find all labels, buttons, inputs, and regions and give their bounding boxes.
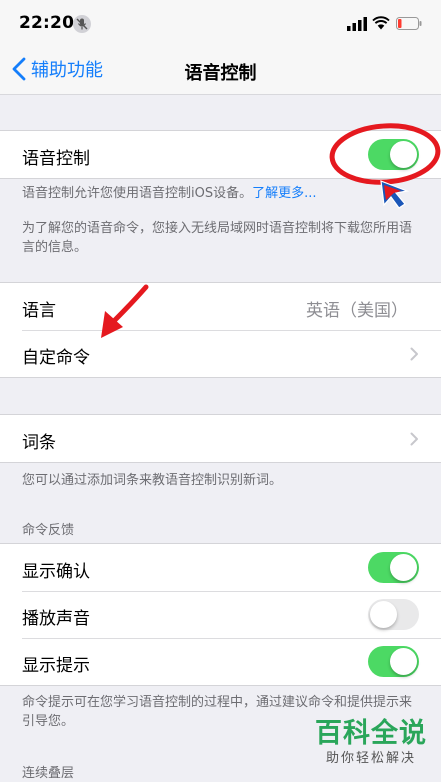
voice-control-note: 语音控制允许您使用语音控制iOS设备。了解更多... <box>22 184 422 203</box>
watermark-brand: 百科全说 <box>315 718 427 749</box>
language-row[interactable]: 语言 英语（美国） <box>0 283 441 330</box>
language-commands-group: 语言 英语（美国） 自定命令 <box>0 282 441 378</box>
custom-commands-row[interactable]: 自定命令 <box>0 330 441 377</box>
watermark-logo: 百科全说 助你轻松解决 <box>312 718 430 778</box>
show-hints-label: 显示提示 <box>22 656 90 676</box>
toggle-knob <box>390 554 417 581</box>
navigation-bar: 辅助功能 语音控制 <box>0 46 441 95</box>
download-note: 为了解您的语音命令，您接入无线局域网时语音控制将下载您所用语言的信息。 <box>22 221 413 255</box>
voice-control-group: 语音控制 <box>0 130 441 179</box>
toggle-knob <box>370 601 397 628</box>
language-value: 英语（美国） <box>306 301 408 321</box>
status-time: 22:20 <box>19 13 75 33</box>
show-hints-row: 显示提示 <box>0 638 441 685</box>
watermark-tagline: 助你轻松解决 <box>325 751 416 766</box>
toggle-knob <box>390 648 417 675</box>
play-sound-row: 播放声音 <box>0 591 441 638</box>
show-hints-toggle[interactable] <box>368 646 419 677</box>
vocabulary-group: 词条 <box>0 414 441 463</box>
page-title: 语音控制 <box>184 63 257 84</box>
vocabulary-row[interactable]: 词条 <box>0 415 441 462</box>
show-confirmation-label: 显示确认 <box>22 562 90 582</box>
language-label: 语言 <box>22 301 56 321</box>
play-sound-toggle[interactable] <box>368 599 419 630</box>
voice-control-row: 语音控制 <box>0 131 441 178</box>
command-feedback-group: 显示确认 播放声音 显示提示 <box>0 543 441 686</box>
command-feedback-header: 命令反馈 <box>22 523 75 538</box>
learn-more-link[interactable]: 了解更多... <box>252 186 316 201</box>
chevron-right-icon <box>410 347 418 361</box>
status-bar: 22:20 <box>0 0 441 46</box>
voice-control-label: 语音控制 <box>22 149 90 169</box>
battery-low-icon <box>396 17 422 30</box>
toggle-knob <box>390 141 417 168</box>
vocabulary-label: 词条 <box>22 433 56 453</box>
show-confirmation-row: 显示确认 <box>0 544 441 591</box>
wifi-icon <box>372 16 390 30</box>
chevron-right-icon <box>410 432 418 446</box>
continuous-overlay-header: 连续叠层 <box>22 766 75 781</box>
play-sound-label: 播放声音 <box>22 609 90 629</box>
microphone-muted-icon <box>73 15 91 33</box>
vocabulary-note: 您可以通过添加词条来教语音控制识别新词。 <box>22 473 283 488</box>
custom-commands-label: 自定命令 <box>22 348 90 368</box>
show-confirmation-toggle[interactable] <box>368 552 419 583</box>
voice-control-note-text: 语音控制允许您使用语音控制iOS设备。 <box>22 186 253 201</box>
cellular-signal-icon <box>347 17 367 31</box>
voice-control-toggle[interactable] <box>368 139 419 170</box>
